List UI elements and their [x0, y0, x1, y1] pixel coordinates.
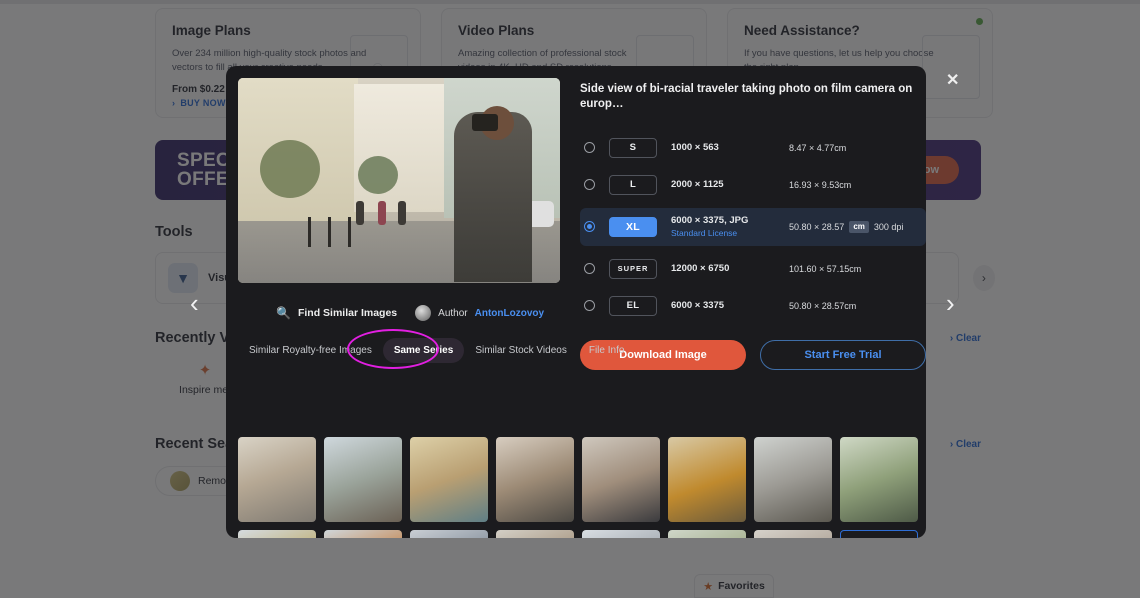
radio-icon[interactable]: [584, 300, 595, 312]
unit-toggle[interactable]: cm: [849, 220, 869, 233]
hero-image[interactable]: [238, 78, 560, 283]
avatar: [415, 305, 432, 321]
image-title: Side view of bi-racial traveler taking p…: [580, 83, 913, 110]
tab-similar-royalty-free-images[interactable]: Similar Royalty-free Images: [238, 338, 383, 363]
author-block[interactable]: Author AntonLozovoy: [415, 305, 544, 321]
thumbnail[interactable]: [668, 437, 746, 522]
size-pixels: 12000 × 6750: [671, 263, 730, 275]
tab-similar-stock-videos[interactable]: Similar Stock Videos: [464, 338, 578, 363]
size-badge: EL: [609, 295, 657, 316]
size-options-list: S 1000 × 563 8.47 × 4.77cm L 2000 × 1125…: [580, 134, 926, 320]
same-series-thumbnail-grid: See More: [238, 437, 918, 538]
thumbnail[interactable]: [496, 530, 574, 538]
size-centimeters: 16.93 × 9.53cm: [789, 179, 852, 190]
size-pixels: 6000 × 3375, JPG: [671, 215, 749, 227]
size-badge: SUPER: [609, 258, 657, 279]
thumbnail[interactable]: [324, 530, 402, 538]
hero-figure: [378, 201, 386, 225]
tab-same-series[interactable]: Same Series: [382, 338, 465, 363]
size-pixels: 1000 × 563: [671, 142, 719, 154]
tab-file-info[interactable]: File Info: [578, 338, 636, 363]
size-dpi: 300 dpi: [873, 221, 904, 232]
hero-building-middle: [354, 84, 446, 212]
size-badge: S: [609, 137, 657, 158]
size-option-l[interactable]: L 2000 × 1125 16.93 × 9.53cm: [580, 171, 926, 199]
next-image-arrow[interactable]: ›: [946, 290, 955, 316]
modal-tabs: Similar Royalty-free Images Same Series …: [238, 329, 624, 369]
radio-icon[interactable]: [584, 221, 595, 233]
thumbnail[interactable]: [324, 437, 402, 522]
author-name-link[interactable]: AntonLozovoy: [475, 308, 544, 319]
size-option-super[interactable]: SUPER 12000 × 6750 101.60 × 57.15cm: [580, 255, 926, 283]
size-centimeters: 50.80 × 28.57cm: [789, 300, 857, 311]
hero-camera: [472, 114, 498, 131]
find-similar-label: Find Similar Images: [297, 307, 398, 319]
hero-bollard: [328, 217, 331, 247]
size-centimeters: 8.47 × 4.77cm: [789, 142, 847, 153]
thumbnail[interactable]: [238, 530, 316, 538]
thumbnail[interactable]: [582, 437, 660, 522]
size-centimeters-block: 50.80 × 28.57 cm 300 dpi: [789, 220, 904, 233]
thumbnail[interactable]: [582, 530, 660, 538]
radio-icon[interactable]: [584, 263, 595, 275]
size-option-s[interactable]: S 1000 × 563 8.47 × 4.77cm: [580, 134, 926, 162]
size-pixels: 2000 × 1125: [671, 179, 724, 191]
size-pixels: 6000 × 3375: [671, 300, 725, 312]
start-free-trial-button[interactable]: Start Free Trial: [760, 339, 926, 370]
size-option-xl[interactable]: XL 6000 × 3375, JPG Standard License 50.…: [580, 207, 926, 246]
radio-icon[interactable]: [584, 142, 595, 154]
author-label: Author: [438, 307, 468, 319]
hero-bollard: [308, 217, 311, 247]
previous-image-arrow[interactable]: ‹: [190, 290, 199, 316]
hero-tree: [260, 140, 320, 198]
find-similar-images-button[interactable]: 🔍 Find Similar Images: [276, 306, 397, 320]
thumbnail[interactable]: [238, 437, 316, 522]
thumbnail[interactable]: [754, 530, 832, 538]
image-detail-modal: 🔍 Find Similar Images Author AntonLozovo…: [226, 66, 926, 538]
size-centimeters: 50.80 × 28.57: [789, 221, 845, 232]
thumbnail[interactable]: [496, 437, 574, 522]
hero-tree: [358, 156, 398, 194]
thumbnail[interactable]: [410, 530, 488, 538]
close-icon[interactable]: ✕: [946, 70, 959, 90]
screen: Image Plans Over 234 million high-qualit…: [0, 0, 1140, 598]
size-badge: L: [609, 174, 657, 195]
hero-figure: [356, 201, 364, 225]
thumbnail[interactable]: [754, 437, 832, 522]
search-icon: 🔍: [276, 306, 291, 320]
size-license: Standard License: [671, 228, 738, 239]
size-pixels-block: 6000 × 3375, JPG Standard License: [671, 215, 789, 238]
thumbnail[interactable]: [840, 437, 918, 522]
hero-figure: [398, 201, 406, 225]
thumbnail[interactable]: [668, 530, 746, 538]
hero-bollard: [348, 217, 351, 247]
see-more-button[interactable]: See More: [840, 530, 918, 538]
image-meta-row: 🔍 Find Similar Images Author AntonLozovo…: [238, 305, 560, 321]
size-centimeters: 101.60 × 57.15cm: [789, 263, 862, 274]
radio-icon[interactable]: [584, 179, 595, 191]
size-badge: XL: [609, 216, 657, 237]
size-option-el[interactable]: EL 6000 × 3375 50.80 × 28.57cm: [580, 292, 926, 320]
thumbnail[interactable]: [410, 437, 488, 522]
